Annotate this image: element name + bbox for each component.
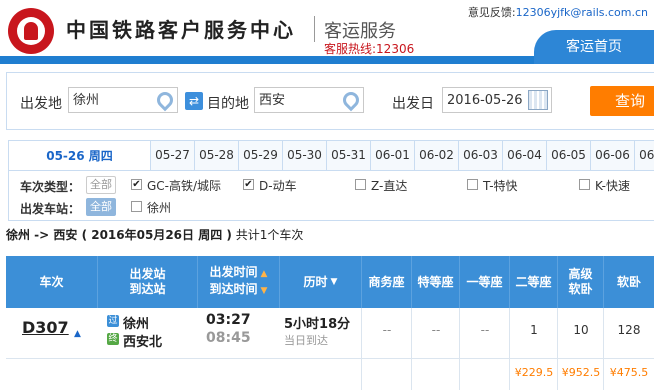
feedback: 意见反馈:12306yjfk@rails.com.cn — [468, 4, 648, 20]
train-type-all-button[interactable]: 全部 — [86, 176, 116, 194]
second-class-price: ¥229.5 — [514, 366, 554, 379]
site-title: 中国铁路客户服务中心 — [66, 18, 296, 42]
query-button[interactable]: 查询 — [590, 86, 654, 116]
date-tab[interactable]: 06-03 — [459, 140, 503, 170]
col-arrive-label: 到达时间 ▼ — [210, 282, 268, 299]
from-station: 徐州 — [123, 317, 150, 332]
arrive-time: 08:45 — [206, 330, 251, 346]
col-business: 商务座 — [362, 256, 412, 308]
train-type-checkbox[interactable] — [579, 179, 590, 190]
date-tab[interactable]: 06-02 — [415, 140, 459, 170]
from-label: 出发地 — [20, 96, 62, 112]
date-tab[interactable]: 06-06 — [591, 140, 635, 170]
soft-sleeper: 128 — [617, 323, 641, 337]
sort-down-icon[interactable]: ▼ — [261, 286, 268, 296]
train-type-option-label: GC-高铁/城际 — [147, 179, 222, 193]
date-tab[interactable]: 05-29 — [239, 140, 283, 170]
advanced-soft-price: ¥952.5 — [561, 366, 601, 379]
col-advanced-soft-1: 高级 — [568, 267, 593, 281]
station-checkbox[interactable] — [131, 201, 142, 212]
train-type-checkbox[interactable] — [467, 179, 478, 190]
soft-sleeper-price: ¥475.5 — [609, 366, 649, 379]
col-duration[interactable]: 历时 ▼ — [280, 256, 362, 308]
col-separator — [459, 308, 460, 390]
col-advanced-soft: 高级 软卧 — [558, 256, 604, 308]
sort-up-icon[interactable]: ▲ — [261, 269, 268, 279]
home-tab[interactable]: 客运首页 — [534, 30, 654, 64]
expand-stops-icon[interactable]: ▲ — [74, 329, 81, 339]
col-business-label: 商务座 — [368, 274, 405, 289]
swap-stations-button[interactable]: ⇄ — [185, 92, 203, 110]
depart-station-label: 出发车站： — [20, 202, 81, 216]
special-seat: -- — [431, 323, 441, 337]
col-separator — [361, 308, 362, 390]
advanced-soft-sleeper: 10 — [573, 323, 589, 337]
col-to-label: 到达站 — [129, 282, 166, 296]
col-depart-label: 出发时间 ▲ — [210, 265, 268, 282]
terminal-station-icon: 终 — [107, 333, 119, 345]
train-type-option-label: D-动车 — [259, 179, 297, 193]
train-type-label: 车次类型： — [20, 180, 81, 194]
train-type-checkbox[interactable] — [355, 179, 366, 190]
railway-logo-mark — [24, 22, 38, 40]
date-tab[interactable]: 05-27 — [151, 140, 195, 170]
col-from-label: 出发站 — [129, 267, 166, 281]
col-soft: 软卧 — [604, 256, 654, 308]
train-type-option-label: T-特快 — [483, 179, 518, 193]
pass-station-icon: 过 — [107, 315, 119, 327]
sort-down-icon[interactable]: ▼ — [331, 275, 338, 290]
summary-count: 共计1个车次 — [235, 228, 304, 242]
to-label: 目的地 — [207, 96, 249, 112]
arrival-day: 当日到达 — [284, 334, 328, 347]
col-advanced-soft-2: 软卧 — [568, 282, 593, 296]
col-arrive-text: 到达时间 — [209, 282, 258, 296]
station-option-label: 徐州 — [147, 201, 172, 215]
depart-time: 03:27 — [206, 312, 251, 328]
second-class-seat: 1 — [530, 323, 538, 337]
hotline: 客服热线:12306 — [324, 42, 415, 56]
col-depart-text: 出发时间 — [209, 265, 258, 279]
col-first: 一等座 — [460, 256, 510, 308]
col-separator — [411, 308, 412, 390]
col-duration-label: 历时 — [303, 274, 328, 289]
col-second: 二等座 — [510, 256, 558, 308]
train-type-checkbox[interactable]: ✔ — [243, 179, 254, 190]
col-times[interactable]: 出发时间 ▲ 到达时间 ▼ — [198, 256, 280, 308]
date-label: 出发日 — [392, 96, 434, 112]
date-tab[interactable]: 05-28 — [195, 140, 239, 170]
result-summary: 徐州 -> 西安 ( 2016年05月26日 周四 ) 共计1个车次 — [6, 226, 303, 243]
to-station: 西安北 — [123, 335, 163, 350]
first-class-seat: -- — [480, 323, 490, 337]
col-second-label: 二等座 — [515, 274, 552, 289]
date-tab[interactable]: 06-01 — [371, 140, 415, 170]
col-special: 特等座 — [412, 256, 460, 308]
train-type-checkbox[interactable]: ✔ — [131, 179, 142, 190]
summary-route: 徐州 -> 西安 ( 2016年05月26日 周四 ) — [6, 228, 232, 242]
train-number-link[interactable]: D307 — [22, 318, 69, 337]
col-first-label: 一等座 — [466, 274, 503, 289]
date-tab[interactable]: 06-07 — [635, 140, 654, 170]
station-all-button[interactable]: 全部 — [86, 198, 116, 216]
col-special-label: 特等座 — [417, 274, 454, 289]
duration: 5小时18分 — [284, 317, 351, 332]
calendar-icon[interactable] — [528, 90, 548, 110]
col-train-label: 车次 — [39, 274, 64, 289]
train-type-option-label: Z-直达 — [371, 179, 408, 193]
train-type-option-label: K-快速 — [595, 179, 630, 193]
date-tab[interactable]: 05-30 — [283, 140, 327, 170]
date-tab-active[interactable]: 05-26 周四 — [8, 140, 151, 170]
date-tab[interactable]: 06-04 — [503, 140, 547, 170]
col-soft-label: 软卧 — [616, 274, 641, 289]
business-seat: -- — [382, 323, 392, 337]
col-train: 车次 — [6, 256, 98, 308]
date-tab[interactable]: 06-05 — [547, 140, 591, 170]
date-tab[interactable]: 05-31 — [327, 140, 371, 170]
col-stations: 出发站 到达站 — [98, 256, 198, 308]
feedback-email-link[interactable]: 12306yjfk@rails.com.cn — [516, 6, 648, 19]
row-divider — [6, 358, 654, 359]
feedback-label: 意见反馈: — [467, 6, 516, 19]
title-divider — [314, 16, 315, 42]
